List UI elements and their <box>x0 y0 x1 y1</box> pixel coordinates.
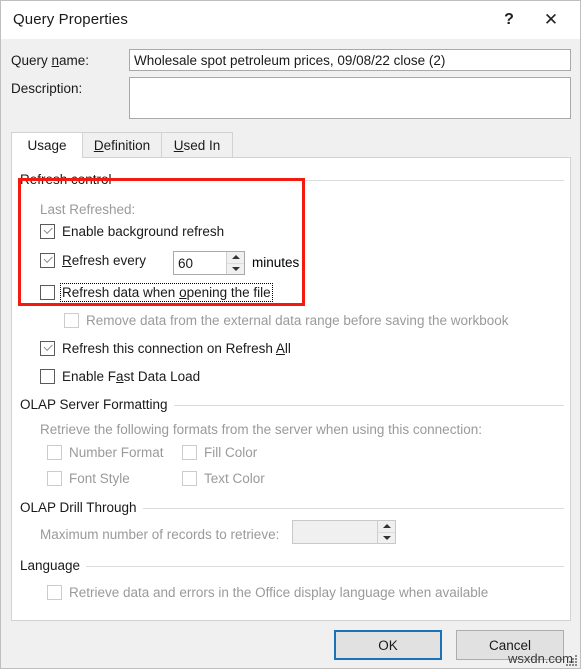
query-properties-dialog: Query Properties ? ✕ Query name: Descrip… <box>0 0 581 669</box>
max-records-stepper <box>292 520 396 544</box>
ok-button[interactable]: OK <box>334 630 442 660</box>
tab-used-in[interactable]: Used In <box>161 132 233 157</box>
last-refreshed-label: Last Refreshed: <box>40 202 136 217</box>
remove-data-before-save-row: Remove data from the external data range… <box>64 313 509 328</box>
max-records-input <box>293 521 377 543</box>
olap-drill-through-group-label: OLAP Drill Through <box>20 500 143 515</box>
refresh-on-refresh-all-checkbox[interactable] <box>40 341 55 356</box>
olap-font-style-label: Font Style <box>69 471 130 486</box>
help-icon[interactable]: ? <box>488 1 530 39</box>
max-records-spin-buttons <box>377 521 395 543</box>
query-name-label: Query name: <box>11 53 90 68</box>
refresh-on-open-checkbox[interactable] <box>40 285 55 300</box>
refresh-every-units-label: minutes <box>252 255 300 270</box>
olap-server-formatting-group-label: OLAP Server Formatting <box>20 397 174 412</box>
watermark: wsxdn.com <box>507 651 573 666</box>
remove-data-before-save-checkbox <box>64 313 79 328</box>
refresh-on-open-label: Refresh data when opening the file <box>60 283 273 302</box>
olap-fill-color-row: Fill Color <box>182 445 257 460</box>
usage-tab-panel: Refresh control Last Refreshed: Enable b… <box>11 157 571 621</box>
refresh-on-refresh-all-label: Refresh this connection on Refresh All <box>62 341 291 356</box>
olap-font-style-row: Font Style <box>47 471 130 486</box>
query-fields-area: Query name: Description: <box>1 39 580 129</box>
tab-definition[interactable]: Definition <box>82 132 162 157</box>
titlebar: Query Properties ? ✕ <box>1 1 580 39</box>
description-input[interactable] <box>129 77 571 119</box>
olap-number-format-checkbox <box>47 445 62 460</box>
olap-number-format-label: Number Format <box>69 445 164 460</box>
language-group-label: Language <box>20 558 87 573</box>
olap-formats-description: Retrieve the following formats from the … <box>40 422 482 437</box>
enable-background-refresh-label: Enable background refresh <box>62 224 225 239</box>
refresh-every-row[interactable]: Refresh every <box>40 253 146 268</box>
refresh-interval-spin-buttons[interactable] <box>226 252 244 274</box>
olap-text-color-label: Text Color <box>204 471 265 486</box>
max-records-label: Maximum number of records to retrieve: <box>40 527 280 542</box>
spin-up-icon <box>378 521 395 533</box>
refresh-interval-stepper[interactable] <box>173 251 245 275</box>
olap-text-color-row: Text Color <box>182 471 265 486</box>
refresh-interval-input[interactable] <box>174 252 226 274</box>
olap-font-style-checkbox <box>47 471 62 486</box>
enable-fast-data-load-checkbox[interactable] <box>40 369 55 384</box>
enable-fast-data-load-label: Enable Fast Data Load <box>62 369 201 384</box>
tab-usage[interactable]: Usa g e <box>11 132 83 158</box>
retrieve-office-language-row: Retrieve data and errors in the Office d… <box>47 585 488 600</box>
enable-fast-data-load-row[interactable]: Enable Fast Data Load <box>40 369 200 384</box>
description-label: Description: <box>11 81 83 96</box>
olap-fill-color-checkbox <box>182 445 197 460</box>
olap-number-format-row: Number Format <box>47 445 164 460</box>
refresh-every-label: Refresh every <box>62 253 147 268</box>
spin-up-icon[interactable] <box>227 252 244 264</box>
refresh-control-group-label: Refresh control <box>20 172 118 187</box>
olap-text-color-checkbox <box>182 471 197 486</box>
close-icon[interactable]: ✕ <box>530 1 572 39</box>
enable-background-refresh-checkbox[interactable] <box>40 224 55 239</box>
olap-fill-color-label: Fill Color <box>204 445 258 460</box>
refresh-on-open-row[interactable]: Refresh data when opening the file <box>40 283 273 302</box>
spin-down-icon <box>378 532 395 543</box>
window-title: Query Properties <box>13 11 128 28</box>
refresh-on-refresh-all-row[interactable]: Refresh this connection on Refresh All <box>40 341 291 356</box>
refresh-every-checkbox[interactable] <box>40 253 55 268</box>
enable-background-refresh-row[interactable]: Enable background refresh <box>40 224 224 239</box>
remove-data-before-save-label: Remove data from the external data range… <box>86 313 509 328</box>
spin-down-icon[interactable] <box>227 263 244 274</box>
retrieve-office-language-label: Retrieve data and errors in the Office d… <box>69 585 489 600</box>
retrieve-office-language-checkbox <box>47 585 62 600</box>
language-group-rule <box>20 566 564 567</box>
query-name-input[interactable] <box>129 49 571 71</box>
